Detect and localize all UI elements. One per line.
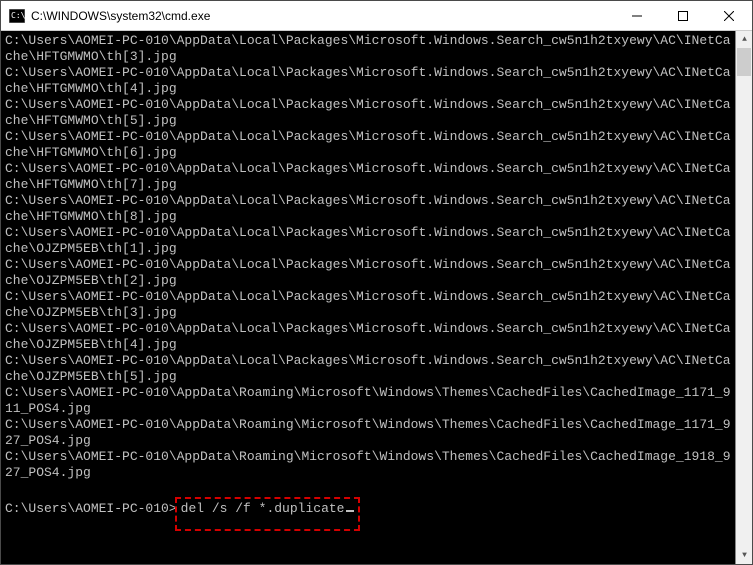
terminal-area[interactable]: C:\Users\AOMEI-PC-010\AppData\Local\Pack… bbox=[1, 31, 752, 564]
scroll-thumb[interactable] bbox=[737, 48, 751, 76]
output-line: C:\Users\AOMEI-PC-010\AppData\Local\Pack… bbox=[5, 161, 732, 193]
command-highlight: del /s /f *.duplicate bbox=[175, 497, 361, 531]
output-line: C:\Users\AOMEI-PC-010\AppData\Local\Pack… bbox=[5, 321, 732, 353]
output-line: C:\Users\AOMEI-PC-010\AppData\Local\Pack… bbox=[5, 97, 732, 129]
scroll-up-arrow[interactable]: ▲ bbox=[736, 31, 752, 48]
output-line: C:\Users\AOMEI-PC-010\AppData\Local\Pack… bbox=[5, 129, 732, 161]
cursor bbox=[346, 510, 354, 512]
terminal-output: C:\Users\AOMEI-PC-010\AppData\Local\Pack… bbox=[5, 33, 732, 481]
prompt-line: C:\Users\AOMEI-PC-010> del /s /f *.duplic… bbox=[5, 497, 752, 531]
output-line: C:\Users\AOMEI-PC-010\AppData\Roaming\Mi… bbox=[5, 449, 732, 481]
output-line: C:\Users\AOMEI-PC-010\AppData\Local\Pack… bbox=[5, 289, 732, 321]
output-line: C:\Users\AOMEI-PC-010\AppData\Roaming\Mi… bbox=[5, 417, 732, 449]
svg-text:C:\: C:\ bbox=[11, 11, 25, 20]
window-controls bbox=[614, 1, 752, 30]
output-line: C:\Users\AOMEI-PC-010\AppData\Local\Pack… bbox=[5, 193, 732, 225]
output-line: C:\Users\AOMEI-PC-010\AppData\Local\Pack… bbox=[5, 353, 732, 385]
window-titlebar: C:\ C:\WINDOWS\system32\cmd.exe bbox=[1, 1, 752, 31]
scroll-down-arrow[interactable]: ▼ bbox=[736, 547, 752, 564]
output-line: C:\Users\AOMEI-PC-010\AppData\Local\Pack… bbox=[5, 65, 732, 97]
command-text[interactable]: del /s /f *.duplicate bbox=[181, 501, 345, 516]
close-button[interactable] bbox=[706, 1, 752, 31]
output-line: C:\Users\AOMEI-PC-010\AppData\Roaming\Mi… bbox=[5, 385, 732, 417]
maximize-button[interactable] bbox=[660, 1, 706, 31]
output-line: C:\Users\AOMEI-PC-010\AppData\Local\Pack… bbox=[5, 225, 732, 257]
output-line: C:\Users\AOMEI-PC-010\AppData\Local\Pack… bbox=[5, 257, 732, 289]
window-title: C:\WINDOWS\system32\cmd.exe bbox=[31, 9, 614, 23]
vertical-scrollbar[interactable]: ▲ ▼ bbox=[735, 31, 752, 564]
prompt-text: C:\Users\AOMEI-PC-010> bbox=[5, 501, 177, 517]
minimize-button[interactable] bbox=[614, 1, 660, 31]
output-line: C:\Users\AOMEI-PC-010\AppData\Local\Pack… bbox=[5, 33, 732, 65]
cmd-icon: C:\ bbox=[9, 8, 25, 24]
